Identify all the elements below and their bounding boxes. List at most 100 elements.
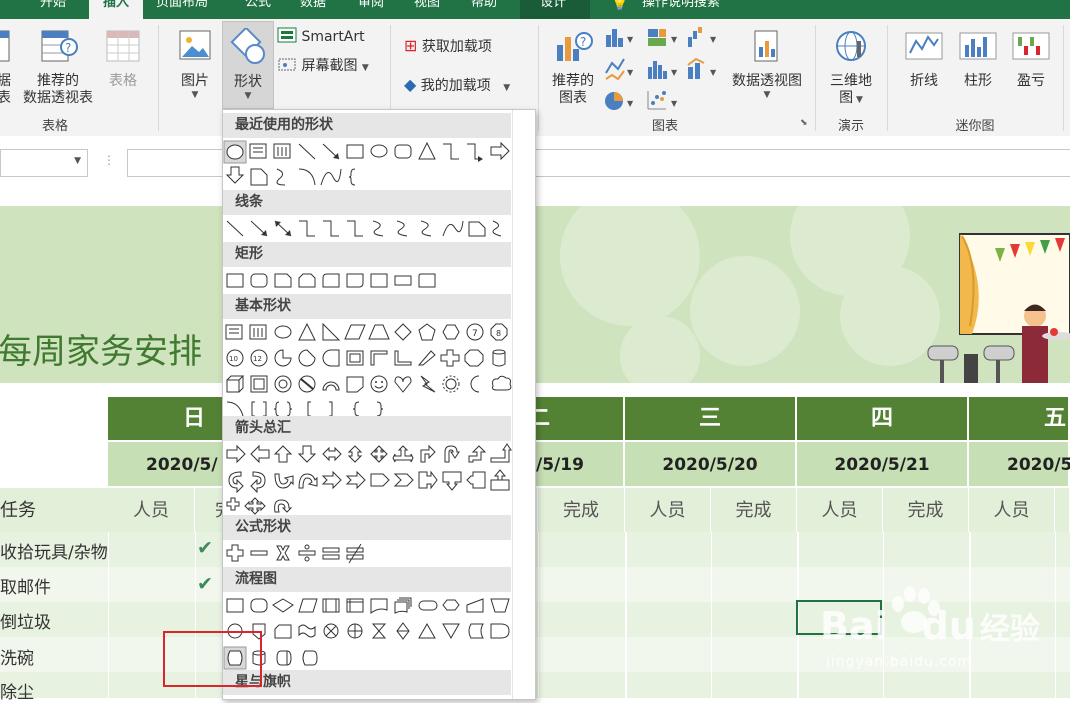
dodecagon-icon[interactable]: 12 (250, 349, 268, 367)
flowchart-sort-icon[interactable] (396, 622, 410, 640)
circular-arrow-icon[interactable] (274, 499, 293, 513)
3d-map-button[interactable]: 三维地 图 ▼ (822, 27, 880, 108)
decagon-icon[interactable]: 10 (226, 349, 244, 367)
right-arrow-icon[interactable] (490, 141, 510, 161)
scribble-icon[interactable] (492, 220, 502, 237)
waterfall-chart-icon[interactable]: ▼ (688, 27, 717, 47)
chord-icon[interactable] (298, 349, 316, 367)
left-brace-icon[interactable] (348, 168, 356, 186)
tab-insert[interactable]: 插入 (89, 0, 143, 19)
task-name[interactable]: 洗碗 (0, 644, 34, 669)
sparkline-column-button[interactable]: 柱形 (951, 27, 1005, 90)
pie-chart-icon[interactable]: ▼ (605, 92, 634, 110)
task-name[interactable]: 倒垃圾 (0, 608, 51, 633)
arc-icon[interactable] (298, 168, 316, 186)
name-box-dropdown-icon[interactable]: ▼ (74, 156, 81, 166)
rect-variant-icon[interactable] (370, 273, 388, 288)
arrow-line-icon[interactable] (322, 143, 340, 160)
diamond-icon[interactable] (394, 323, 412, 341)
cloud-icon[interactable] (492, 375, 512, 391)
sparkline-line-button[interactable]: 折线 (897, 27, 951, 90)
tab-review[interactable]: 审阅 (358, 0, 384, 19)
arrow-line-icon[interactable] (250, 220, 268, 237)
teardrop-icon[interactable] (322, 349, 340, 367)
textbox-icon[interactable] (249, 143, 267, 159)
bent-up-arrow-icon[interactable] (490, 443, 512, 463)
flowchart-collate-icon[interactable] (371, 623, 387, 639)
down-arrow-callout-icon[interactable] (442, 471, 462, 491)
arc-icon[interactable] (226, 401, 244, 417)
up-arrow-icon[interactable] (273, 445, 293, 463)
column-chart-icon[interactable]: ▼ (606, 29, 634, 47)
tab-home[interactable]: 开始 (40, 0, 66, 19)
donut-icon[interactable] (274, 375, 292, 393)
scatter-chart-icon[interactable]: ▼ (647, 91, 678, 110)
flowchart-manual-input-icon[interactable] (466, 598, 484, 613)
task-name[interactable]: 除尘 (0, 678, 34, 703)
oval-icon[interactable] (274, 325, 292, 339)
left-arrow-icon[interactable] (250, 444, 270, 464)
can-icon[interactable] (492, 349, 506, 367)
triangle-icon[interactable] (418, 141, 436, 160)
multiply-icon[interactable] (276, 545, 290, 561)
pictures-button[interactable]: 图片 ▼ (170, 27, 220, 100)
flowchart-delay-icon[interactable] (490, 623, 510, 639)
division-icon[interactable] (298, 544, 316, 562)
octagon-icon[interactable]: 8 (490, 323, 508, 341)
u-turn-arrow-icon[interactable] (444, 445, 460, 463)
curved-arrow-connector-icon[interactable] (396, 220, 408, 237)
tab-formulas[interactable]: 公式 (245, 0, 271, 19)
l-shape-icon[interactable] (394, 350, 412, 366)
right-brace-icon[interactable] (376, 401, 384, 417)
pivot-chart-button[interactable]: 数据透视图 ▼ (727, 27, 807, 100)
down-arrow-icon[interactable] (225, 166, 245, 184)
parallelogram-icon[interactable] (344, 324, 366, 340)
right-bracket-icon[interactable] (329, 401, 333, 417)
sun-icon[interactable] (442, 375, 460, 393)
tab-data[interactable]: 数据 (300, 0, 326, 19)
statistic-chart-icon[interactable]: ▼ (648, 61, 678, 79)
task-name[interactable]: 收拾玩具/杂物 (0, 538, 108, 563)
line-icon[interactable] (226, 220, 244, 237)
sparkline-winloss-button[interactable]: 盈亏 (1004, 27, 1058, 90)
left-right-arrow-callout-icon[interactable] (226, 497, 240, 511)
frame-icon[interactable] (346, 350, 364, 366)
double-arrow-line-icon[interactable] (274, 220, 292, 237)
bent-arrow-icon[interactable] (420, 444, 436, 463)
elbow-arrow-connector-icon[interactable] (323, 220, 339, 237)
heptagon-icon[interactable]: 7 (466, 323, 484, 341)
elbow-arrow-connector-icon[interactable] (467, 143, 483, 162)
notched-right-arrow-icon[interactable] (345, 470, 366, 490)
triangle-icon[interactable] (298, 322, 316, 341)
flowchart-multidocument-icon[interactable] (394, 597, 412, 614)
textbox-icon[interactable] (225, 324, 243, 340)
curved-connector-icon[interactable] (372, 220, 384, 237)
smiley-face-icon[interactable] (370, 375, 388, 393)
flowchart-document-icon[interactable] (370, 598, 388, 614)
flowchart-extract-icon[interactable] (418, 622, 436, 639)
name-box[interactable]: ▼ (0, 149, 88, 177)
flowchart-alternate-process-icon[interactable] (250, 598, 268, 613)
curve-icon[interactable] (442, 220, 464, 237)
flowchart-punched-tape-icon[interactable] (298, 624, 316, 638)
curved-left-arrow-icon[interactable] (250, 471, 266, 494)
recommended-charts-button[interactable]: ? 推荐的 图表 (548, 27, 598, 106)
flowchart-card-icon[interactable] (274, 624, 292, 639)
table-button[interactable]: 表格 (101, 27, 145, 90)
striped-right-arrow-icon[interactable] (321, 470, 342, 490)
curved-down-arrow-icon[interactable] (298, 473, 318, 489)
plus-shape-icon[interactable] (440, 349, 460, 367)
curved-up-arrow-icon[interactable] (274, 473, 294, 489)
pivot-table-button[interactable]: 据 表 (0, 27, 14, 106)
tab-help[interactable]: 帮助 (471, 0, 497, 19)
flowchart-internal-storage-icon[interactable] (346, 598, 364, 613)
flowchart-summing-junction-icon[interactable] (323, 623, 339, 639)
left-up-arrow-icon[interactable] (468, 445, 487, 463)
gallery-scrollbar[interactable] (512, 110, 535, 699)
trapezoid-icon[interactable] (368, 324, 390, 340)
tell-me-search[interactable]: 操作说明搜索 (642, 0, 720, 19)
round-snip-rect-icon[interactable] (322, 273, 340, 288)
folded-corner-icon[interactable] (346, 376, 364, 393)
not-equal-icon[interactable] (346, 543, 364, 564)
smartart-button[interactable]: SmartArt (277, 27, 365, 45)
